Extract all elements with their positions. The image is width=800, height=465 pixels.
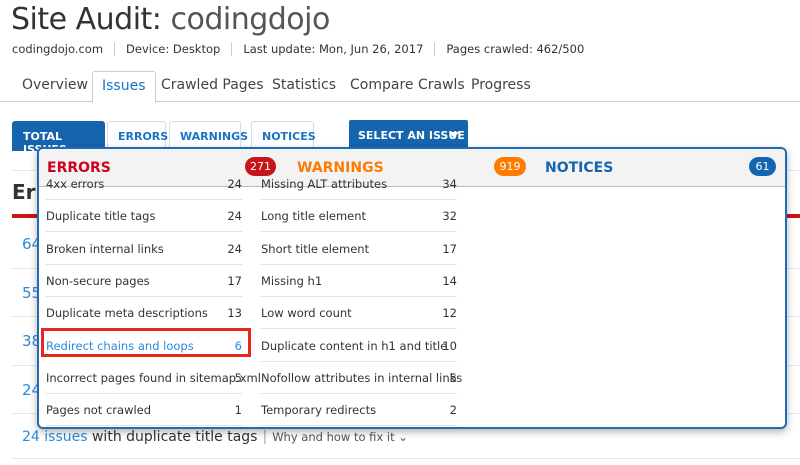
item-count: 5 bbox=[449, 370, 457, 385]
tab-statistics[interactable]: Statistics bbox=[272, 77, 336, 93]
errors-item[interactable]: Incorrect pages found in sitemap.xml 5 bbox=[46, 362, 261, 394]
warnings-count-badge: 919 bbox=[494, 157, 526, 176]
page-title: Site Audit: codingdojo bbox=[11, 2, 330, 37]
issue-row: 24 issues with duplicate title tags | Why … bbox=[22, 429, 408, 445]
tab-issues[interactable]: Issues bbox=[92, 71, 156, 103]
warnings-item[interactable]: Nofollow attributes in internal links 5 bbox=[261, 362, 462, 394]
tab-overview[interactable]: Overview bbox=[22, 77, 88, 93]
item-label: Non-secure pages bbox=[46, 273, 150, 288]
item-count: 5 bbox=[234, 370, 242, 385]
tab-progress[interactable]: Progress bbox=[471, 77, 531, 93]
item-count: 1 bbox=[234, 403, 242, 418]
errors-item[interactable]: Redirect chains and loops 6 bbox=[41, 327, 251, 362]
item-label: Long title element bbox=[261, 209, 367, 224]
item-count: 12 bbox=[442, 306, 457, 321]
device: Device: Desktop bbox=[114, 42, 231, 56]
warnings-item[interactable]: Duplicate content in h1 and title 10 bbox=[261, 330, 457, 362]
item-label: Nofollow attributes in internal links bbox=[261, 370, 463, 385]
item-count: 13 bbox=[227, 306, 242, 321]
item-count: 17 bbox=[227, 273, 242, 288]
item-count: 10 bbox=[442, 338, 457, 353]
item-label: Missing ALT attributes bbox=[261, 177, 388, 191]
chevron-down-icon[interactable]: ⌄ bbox=[395, 430, 408, 444]
notices-count-badge: 61 bbox=[749, 157, 776, 176]
item-count: 24 bbox=[227, 177, 242, 191]
warnings-item[interactable]: Missing ALT attributes 34 bbox=[261, 168, 457, 200]
why-fix-link[interactable]: Why and how to fix it bbox=[272, 430, 394, 444]
item-count: 32 bbox=[442, 209, 457, 224]
warnings-item[interactable]: Low word count 12 bbox=[261, 297, 457, 330]
item-count: 2 bbox=[449, 403, 457, 418]
warnings-item[interactable]: Long title element 32 bbox=[261, 200, 457, 233]
tab-crawled-pages[interactable]: Crawled Pages bbox=[161, 77, 264, 93]
nav-tabs: Overview Issues Crawled Pages Statistics… bbox=[0, 71, 800, 103]
errors-item[interactable]: 4xx errors 24 bbox=[46, 168, 242, 200]
item-count: 34 bbox=[442, 177, 457, 191]
item-label: Temporary redirects bbox=[261, 403, 377, 418]
errors-item[interactable]: Pages not crawled 1 bbox=[46, 394, 242, 427]
errors-item[interactable]: Duplicate meta descriptions 13 bbox=[46, 297, 242, 330]
title-prefix: Site Audit: bbox=[11, 2, 162, 37]
errors-item[interactable]: Broken internal links 24 bbox=[46, 233, 242, 265]
item-label: Broken internal links bbox=[46, 241, 164, 256]
item-label: Missing h1 bbox=[261, 273, 323, 288]
separator: | bbox=[262, 429, 268, 445]
item-label: Duplicate title tags bbox=[46, 209, 156, 224]
item-label: Redirect chains and loops bbox=[46, 338, 194, 353]
item-count: 24 bbox=[227, 209, 242, 224]
item-count: 24 bbox=[227, 241, 242, 256]
audit-meta: codingdojo.com Device: Desktop Last upda… bbox=[12, 42, 595, 56]
item-label: Short title element bbox=[261, 241, 370, 256]
warnings-item[interactable]: Missing h1 14 bbox=[261, 265, 457, 297]
errors-item[interactable]: Duplicate title tags 24 bbox=[46, 200, 242, 233]
issue-text: with duplicate title tags bbox=[91, 429, 258, 445]
item-label: Incorrect pages found in sitemap.xml bbox=[46, 370, 261, 385]
caret-down-icon bbox=[449, 132, 459, 138]
warnings-item[interactable]: Temporary redirects 2 bbox=[261, 394, 457, 427]
domain: codingdojo.com bbox=[12, 42, 104, 56]
item-count: 17 bbox=[442, 241, 457, 256]
notices-heading[interactable]: NOTICES bbox=[545, 160, 613, 176]
issue-selector-popup: ERRORS 271 WARNINGS 919 NOTICES 61 4xx e… bbox=[37, 147, 787, 429]
item-count: 14 bbox=[442, 273, 457, 288]
item-label: 4xx errors bbox=[46, 177, 105, 191]
item-label: Low word count bbox=[261, 306, 352, 321]
pages-crawled: Pages crawled: 462/500 bbox=[434, 42, 595, 56]
item-label: Duplicate meta descriptions bbox=[46, 306, 208, 321]
item-count: 6 bbox=[234, 338, 242, 353]
issues-link[interactable]: 24 issues bbox=[22, 429, 88, 445]
tab-compare-crawls[interactable]: Compare Crawls bbox=[350, 77, 465, 93]
errors-item[interactable]: Non-secure pages 17 bbox=[46, 265, 242, 297]
title-site: codingdojo bbox=[170, 2, 330, 37]
divider bbox=[12, 458, 800, 459]
item-label: Pages not crawled bbox=[46, 403, 152, 418]
item-label: Duplicate content in h1 and title bbox=[261, 338, 448, 353]
last-update: Last update: Mon, Jun 26, 2017 bbox=[231, 42, 434, 56]
warnings-item[interactable]: Short title element 17 bbox=[261, 233, 457, 265]
